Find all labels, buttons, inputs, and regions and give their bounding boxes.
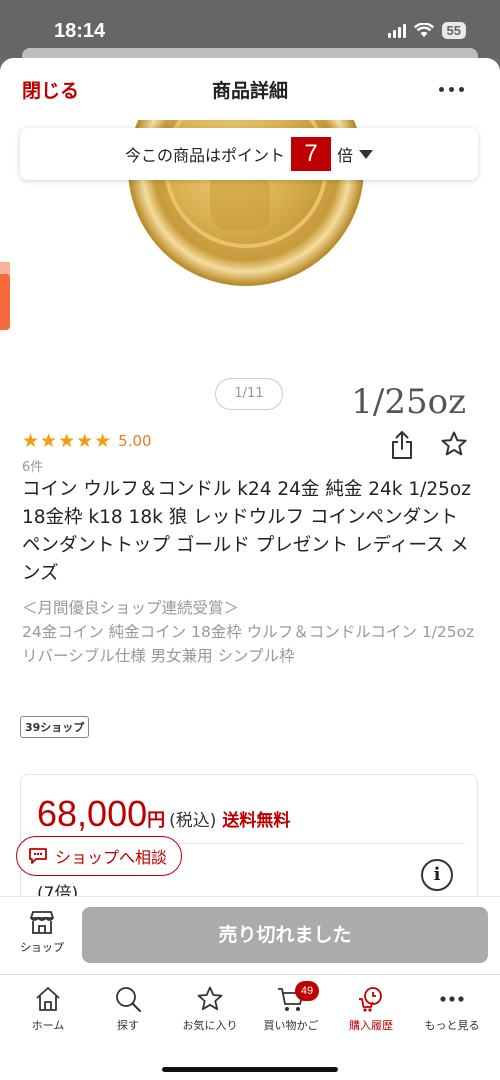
purchase-action-bar: ショップ 売り切れました	[0, 896, 500, 974]
catchcopy-line: リバーシブル仕様 男女兼用 シンプル枠	[22, 647, 295, 665]
point-banner-suffix: 倍	[337, 146, 354, 165]
tab-label: ホーム	[31, 1019, 65, 1032]
caret-down-icon	[359, 149, 374, 159]
sold-out-button: 売り切れました	[82, 907, 488, 963]
star-icon	[197, 986, 223, 1011]
product-catchcopy: ＜月間優良ショップ連続受賞＞ 24金コイン 純金コイン 18金枠 ウルフ＆コンド…	[22, 596, 478, 668]
39-shop-badge: 39ショップ	[20, 716, 90, 738]
signal-icon	[387, 23, 406, 38]
tab-cart[interactable]: 49 買い物かご	[249, 981, 333, 1033]
point-multiplier-banner[interactable]: 今この商品はポイント 7 倍	[20, 128, 478, 180]
tab-label: 購入履歴	[349, 1019, 393, 1032]
more-options-icon[interactable]	[439, 87, 464, 92]
tab-search[interactable]: 探す	[86, 985, 170, 1033]
history-icon	[359, 987, 382, 1012]
catchcopy-line: 24金コイン 純金コイン 18金枠 ウルフ＆コンドルコイン 1/25oz	[22, 623, 475, 641]
tab-purchase-history[interactable]: 購入履歴	[329, 985, 413, 1033]
chat-bubble-icon	[29, 848, 47, 864]
shop-icon	[30, 911, 54, 934]
price-amount: 68,000	[37, 793, 148, 834]
tab-label: 買い物かご	[263, 1019, 319, 1032]
tab-home[interactable]: ホーム	[6, 985, 90, 1033]
side-tab[interactable]	[0, 274, 10, 330]
tab-more[interactable]: もっと見る	[410, 985, 494, 1033]
rating-row[interactable]: ★★★★★ 5.00	[22, 430, 152, 452]
cart-count-badge: 49	[295, 981, 319, 1001]
shop-button-label: ショップ	[20, 941, 64, 954]
product-detail-sheet: 閉じる 商品詳細 1/25oz 今この商品はポイント 7 倍 1/11 ★★★★…	[0, 58, 500, 1080]
tax-label: (税込)	[169, 811, 217, 831]
tab-favorites[interactable]: お気に入り	[168, 985, 252, 1033]
rating-stars-icon: ★★★★★	[22, 430, 113, 452]
oz-label: 1/25oz	[351, 382, 466, 420]
point-multiplier-value: 7	[291, 137, 331, 171]
free-shipping-label: 送料無料	[222, 811, 291, 831]
tab-label: 探す	[117, 1019, 139, 1032]
more-icon	[440, 996, 464, 1002]
tab-label: お気に入り	[182, 1019, 238, 1032]
page-title: 商品詳細	[211, 80, 288, 102]
price-row: 68,000 円 (税込) 送料無料	[37, 793, 290, 835]
home-icon	[36, 987, 60, 1011]
nav-header: 閉じる 商品詳細	[0, 58, 500, 120]
favorite-star-icon[interactable]	[440, 430, 468, 458]
review-count[interactable]: 6件	[22, 456, 43, 475]
image-page-indicator: 1/11	[215, 378, 283, 410]
rating-value: 5.00	[118, 432, 152, 450]
info-icon[interactable]: i	[421, 859, 453, 891]
share-icon[interactable]	[390, 430, 414, 460]
shop-consult-button[interactable]: ショップへ相談	[16, 836, 183, 876]
catchcopy-line: ＜月間優良ショップ連続受賞＞	[22, 599, 240, 617]
search-icon	[116, 987, 141, 1012]
tab-label: もっと見る	[424, 1019, 480, 1032]
status-icons: 55	[387, 22, 466, 39]
point-banner-prefix: 今この商品はポイント	[124, 146, 285, 165]
wifi-icon	[413, 23, 434, 37]
battery-icon: 55	[441, 22, 466, 39]
shop-button[interactable]: ショップ	[14, 909, 70, 955]
product-title: コイン ウルフ＆コンドル k24 24金 純金 24k 1/25oz 18金枠 …	[22, 479, 471, 584]
status-time: 18:14	[54, 20, 106, 42]
home-indicator	[162, 1067, 338, 1072]
bottom-tab-bar: ホーム 探す お気に入り 49 買い物かご 購入履歴 もっと見る	[0, 974, 500, 1080]
price-currency: 円	[147, 810, 166, 831]
shop-consult-label: ショップへ相談	[55, 848, 168, 867]
